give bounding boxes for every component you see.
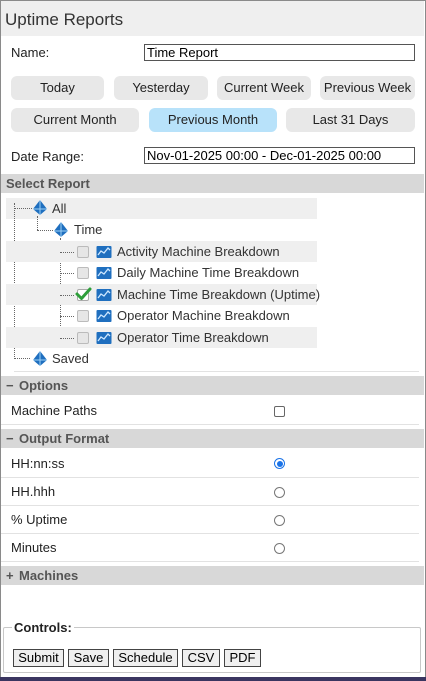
report-label[interactable]: Operator Machine Breakdown <box>117 305 290 326</box>
controls-legend: Controls: <box>12 620 74 635</box>
tree-line <box>60 273 74 274</box>
report-label[interactable]: Operator Time Breakdown <box>117 327 269 348</box>
schedule-button[interactable]: Schedule <box>113 649 178 667</box>
tree-line <box>60 252 74 253</box>
format-row: HH:nn:ss <box>1 450 419 478</box>
format-label: HH.hhh <box>11 484 56 499</box>
report-label[interactable]: Activity Machine Breakdown <box>117 241 280 262</box>
previous-month-button[interactable]: Previous Month <box>149 108 277 132</box>
yesterday-button[interactable]: Yesterday <box>114 76 208 100</box>
expand-icon: + <box>6 568 14 583</box>
report-icon <box>96 332 112 344</box>
format-radio[interactable] <box>274 487 285 498</box>
report-checkbox[interactable] <box>77 246 89 258</box>
format-row: % Uptime <box>1 506 419 534</box>
format-label: HH:nn:ss <box>11 456 65 471</box>
format-radio-selected[interactable] <box>274 458 285 469</box>
current-week-button[interactable]: Current Week <box>217 76 311 100</box>
name-input[interactable] <box>144 44 415 61</box>
report-label[interactable]: Machine Time Breakdown (Uptime) <box>117 284 320 305</box>
window-bottom-edge <box>0 677 426 681</box>
output-format-title: Output Format <box>19 431 110 446</box>
tree-node-time-label[interactable]: Time <box>74 219 102 240</box>
report-checkbox[interactable] <box>77 310 89 322</box>
csv-button[interactable]: CSV <box>182 649 220 667</box>
tree-line <box>60 295 74 296</box>
name-label: Name: <box>11 45 50 60</box>
save-button[interactable]: Save <box>68 649 109 667</box>
report-label[interactable]: Daily Machine Time Breakdown <box>117 262 299 283</box>
date-range-label: Date Range: <box>11 149 84 164</box>
tree-node-all-label: All <box>52 201 67 216</box>
tree-folder-icon <box>33 200 47 215</box>
current-month-button[interactable]: Current Month <box>11 108 139 132</box>
machine-paths-label: Machine Paths <box>11 403 97 418</box>
today-button[interactable]: Today <box>11 76 104 100</box>
report-icon <box>96 310 112 322</box>
tree-folder-icon <box>54 222 68 237</box>
format-label: % Uptime <box>11 512 68 527</box>
format-radio[interactable] <box>274 543 285 554</box>
select-report-title: Select Report <box>6 176 90 191</box>
machines-title: Machines <box>19 568 79 583</box>
tree-line <box>60 316 74 317</box>
format-row: Minutes <box>1 534 419 562</box>
report-checkbox[interactable] <box>77 332 89 344</box>
tree-line <box>37 216 38 230</box>
pdf-button[interactable]: PDF <box>224 649 261 667</box>
machines-header[interactable]: + Machines <box>1 566 424 585</box>
date-range-input[interactable] <box>144 147 415 164</box>
submit-button[interactable]: Submit <box>13 649 64 667</box>
tree-divider <box>14 371 419 372</box>
format-label: Minutes <box>11 540 57 555</box>
options-title: Options <box>19 378 69 393</box>
machine-paths-row: Machine Paths <box>1 397 419 425</box>
last-31-days-button[interactable]: Last 31 Days <box>286 108 415 132</box>
select-report-header: Select Report <box>1 174 424 193</box>
window-title: Uptime Reports <box>1 1 424 36</box>
collapse-icon: − <box>6 431 14 446</box>
tree-folder-icon <box>33 351 47 366</box>
report-checkbox[interactable] <box>77 267 89 279</box>
tree-line <box>14 358 30 359</box>
tree-line <box>14 208 32 209</box>
format-radio[interactable] <box>274 515 285 526</box>
report-icon <box>96 246 112 258</box>
tree-line <box>37 230 53 231</box>
tree-line <box>60 338 74 339</box>
options-header[interactable]: − Options <box>1 376 424 395</box>
machine-paths-checkbox[interactable] <box>274 406 285 417</box>
report-icon <box>96 289 112 301</box>
checkmark-icon <box>75 287 92 300</box>
previous-week-button[interactable]: Previous Week <box>320 76 415 100</box>
format-row: HH.hhh <box>1 478 419 506</box>
report-icon <box>96 267 112 279</box>
tree-node-saved-label[interactable]: Saved <box>52 348 89 369</box>
output-format-header[interactable]: − Output Format <box>1 429 424 448</box>
collapse-icon: − <box>6 378 14 393</box>
